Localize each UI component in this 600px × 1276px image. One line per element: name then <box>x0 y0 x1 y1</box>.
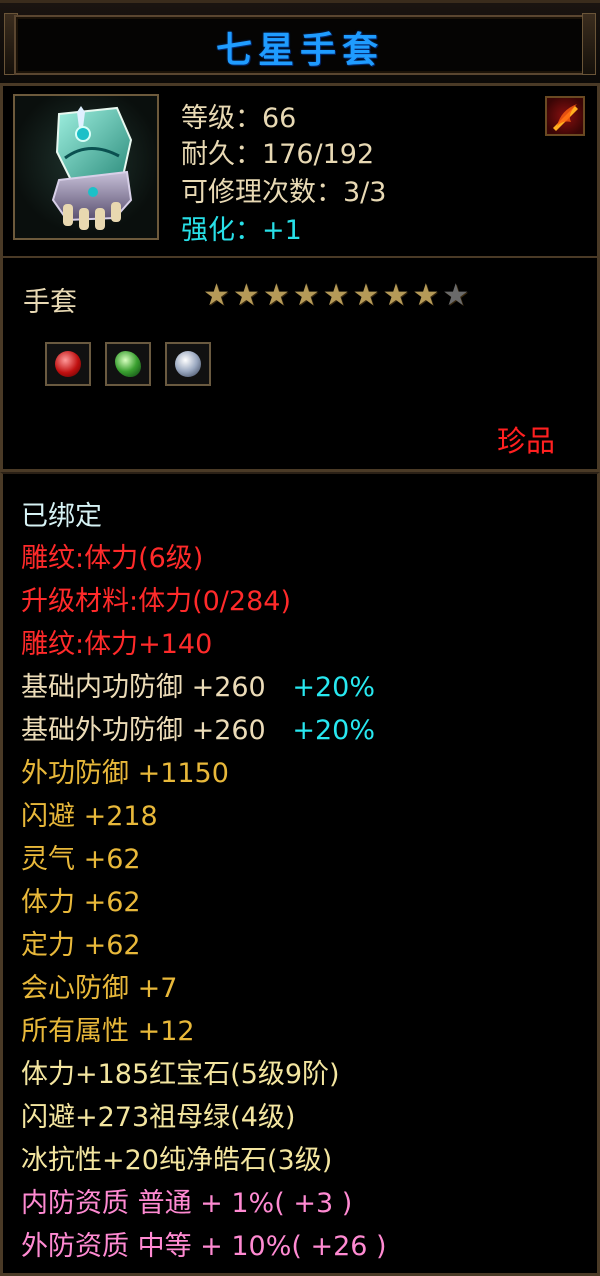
engrave-name: 雕纹:体力(6级) <box>21 543 204 574</box>
star-icon: ★ <box>412 278 440 313</box>
all-attributes: 所有属性 +12 <box>21 1016 195 1047</box>
flame-sword-icon <box>545 96 585 136</box>
spirit: 灵气 +62 <box>21 844 141 875</box>
title-bar: 七星手套 <box>0 0 600 86</box>
upgrade-material: 升级材料:体力(0/284) <box>21 586 291 617</box>
star-icon: ★ <box>352 278 380 313</box>
item-tooltip: 七星手套 等级：66 耐久：176/192 可修理次数：3/3 强化：+1 手套… <box>0 0 600 1276</box>
base-outer-defense: 基础外功防御 +260 +20% <box>21 714 375 748</box>
red-gem-icon[interactable] <box>45 342 91 386</box>
strengthen-text: 强化：+1 <box>181 215 302 246</box>
repair-count-text: 可修理次数：3/3 <box>181 177 387 208</box>
star-icon: ★ <box>232 278 260 313</box>
item-info: 手套 ★ ★ ★ ★ ★ ★ ★ ★ ★ 珍品 <box>0 258 600 472</box>
focus: 定力 +62 <box>21 930 141 961</box>
base-inner-defense: 基础内功防御 +260 +20% <box>21 671 375 705</box>
gem-bonus-diamond: 冰抗性+20纯净皓石(3级) <box>21 1145 333 1176</box>
green-gem-icon[interactable] <box>105 342 151 386</box>
gem-bonus-emerald: 闪避+273祖母绿(4级) <box>21 1102 296 1133</box>
star-icon: ★ <box>203 278 230 313</box>
rarity-label: 珍品 <box>496 424 555 458</box>
base-outer-defense-bonus: +20% <box>292 715 375 746</box>
bound-status: 已绑定 <box>21 501 102 532</box>
outer-defense-quality: 外防资质 中等 + 10%( +26 ) <box>21 1231 387 1262</box>
base-outer-defense-label: 基础外功防御 +260 <box>21 715 266 746</box>
star-icon: ★ <box>322 278 350 313</box>
star-icon: ★ <box>262 278 290 313</box>
white-gem-icon[interactable] <box>165 342 211 386</box>
crit-defense: 会心防御 +7 <box>21 973 178 1004</box>
engrave-value: 雕纹:体力+140 <box>21 629 213 660</box>
level-text: 等级：66 <box>181 103 297 134</box>
star-rating: ★ ★ ★ ★ ★ ★ ★ ★ ★ <box>203 280 469 312</box>
base-inner-defense-label: 基础内功防御 +260 <box>21 672 266 703</box>
durability-text: 耐久：176/192 <box>181 139 375 170</box>
outer-defense: 外功防御 +1150 <box>21 758 229 789</box>
empty-star-icon: ★ <box>442 278 470 313</box>
attribute-list: 已绑定 雕纹:体力(6级) 升级材料:体力(0/284) 雕纹:体力+140 基… <box>0 472 600 1276</box>
star-icon: ★ <box>292 278 320 313</box>
star-icon: ★ <box>382 278 410 313</box>
dodge: 闪避 +218 <box>21 801 158 832</box>
gem-bonus-ruby: 体力+185红宝石(5级9阶) <box>21 1059 340 1090</box>
item-header: 等级：66 耐久：176/192 可修理次数：3/3 强化：+1 <box>0 86 600 258</box>
item-type: 手套 <box>23 287 77 318</box>
base-inner-defense-bonus: +20% <box>292 672 375 703</box>
gem-sockets <box>45 342 211 386</box>
inner-defense-quality: 内防资质 普通 + 1%( +3 ) <box>21 1188 353 1219</box>
stamina: 体力 +62 <box>21 887 141 918</box>
gauntlet-icon <box>13 94 159 240</box>
item-name: 七星手套 <box>215 30 384 71</box>
